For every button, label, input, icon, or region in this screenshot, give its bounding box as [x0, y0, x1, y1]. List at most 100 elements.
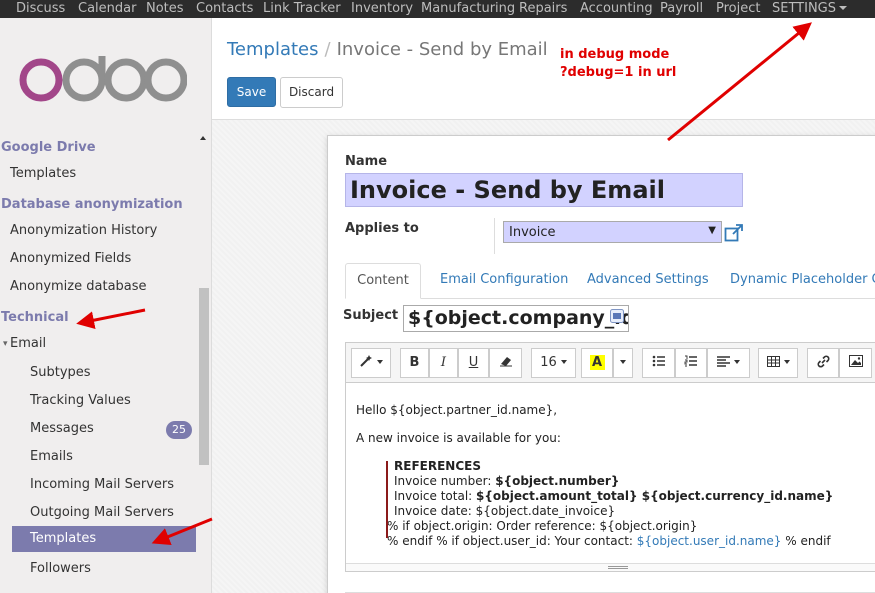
contact-placeholder-link[interactable]: ${object.user_id.name}: [637, 534, 782, 548]
sidebar-scrollbar-thumb[interactable]: [199, 288, 209, 465]
unordered-list-icon: [652, 355, 665, 367]
sidebar-item-incoming-mail-servers[interactable]: Incoming Mail Servers: [30, 477, 174, 492]
sidebar-item-drive-templates[interactable]: Templates: [10, 166, 76, 181]
sidebar-item-templates[interactable]: Templates: [12, 526, 196, 552]
editor-resize-handle[interactable]: [346, 563, 875, 571]
expand-triangle-icon[interactable]: ▾: [3, 339, 8, 349]
bold-button[interactable]: B: [400, 348, 429, 378]
menu-settings[interactable]: SETTINGS: [772, 0, 848, 18]
insert-link-button[interactable]: [807, 348, 839, 378]
font-color-icon: A: [589, 355, 605, 370]
paragraph-align-dropdown[interactable]: [707, 348, 750, 378]
body-origin-line: % if object.origin: Order reference: ${o…: [387, 519, 698, 533]
sidebar-item-anonymize-database[interactable]: Anonymize database: [10, 279, 147, 294]
font-color-dropdown[interactable]: [613, 348, 633, 378]
name-input-value: Invoice - Send by Email: [350, 176, 665, 204]
external-link-icon[interactable]: [724, 224, 744, 242]
sidebar-item-tracking-values[interactable]: Tracking Values: [30, 393, 131, 408]
body-references-title: REFERENCES: [394, 459, 481, 473]
menu-repairs[interactable]: Repairs: [519, 0, 567, 18]
menu-discuss[interactable]: Discuss: [16, 0, 65, 18]
body-invoice-number: Invoice number: ${object.number}: [394, 474, 619, 489]
bullet-list-button[interactable]: [642, 348, 675, 378]
eraser-icon: [499, 357, 512, 367]
contact-suffix: % endif: [781, 534, 831, 548]
blockquote-border: [386, 461, 388, 538]
font-size-dropdown[interactable]: 16: [531, 348, 576, 378]
body-contact-line: % endif % if object.user_id: Your contac…: [387, 534, 831, 549]
menu-payroll[interactable]: Payroll: [660, 0, 703, 18]
name-input[interactable]: Invoice - Send by Email: [345, 173, 743, 207]
underline-button[interactable]: U: [458, 348, 489, 378]
applies-to-select[interactable]: Invoice ▼: [503, 221, 722, 243]
menu-accounting[interactable]: Accounting: [580, 0, 653, 18]
invoice-total-label: Invoice total:: [394, 489, 477, 503]
sidebar: Google Drive Templates Database anonymiz…: [0, 18, 212, 593]
caret-down-icon: [560, 360, 567, 364]
breadcrumb-parent-link[interactable]: Templates: [227, 39, 319, 60]
save-button[interactable]: Save: [227, 77, 276, 107]
body-line-intro: A new invoice is available for you:: [356, 431, 561, 445]
clear-format-button[interactable]: [489, 348, 522, 378]
menu-contacts[interactable]: Contacts: [196, 0, 253, 18]
table-icon: [766, 356, 780, 367]
tab-content[interactable]: Content: [345, 263, 421, 299]
menu-settings-label: SETTINGS: [772, 1, 837, 16]
menu-calendar[interactable]: Calendar: [78, 0, 136, 18]
insert-image-button[interactable]: [839, 348, 872, 378]
ordered-list-icon: [684, 355, 697, 367]
field-divider: [494, 218, 495, 254]
menu-notes[interactable]: Notes: [146, 0, 184, 18]
sidebar-item-anonymization-history[interactable]: Anonymization History: [10, 223, 157, 238]
sidebar-item-templates-label: Templates: [30, 531, 97, 546]
sidebar-item-subtypes[interactable]: Subtypes: [30, 365, 91, 380]
style-dropdown-button[interactable]: [351, 348, 391, 378]
caret-down-icon: [734, 360, 740, 364]
placeholder-helper-icon[interactable]: [610, 309, 624, 323]
name-label: Name: [345, 154, 388, 169]
section-google-drive: Google Drive: [1, 140, 96, 155]
font-color-button[interactable]: A: [581, 348, 613, 378]
body-invoice-date: Invoice date: ${object.date_invoice}: [394, 504, 616, 518]
annotation-line-2: ?debug=1 in url: [560, 65, 677, 80]
font-size-value: 16: [540, 355, 557, 370]
odoo-logo[interactable]: [17, 56, 187, 104]
menu-inventory[interactable]: Inventory: [351, 0, 413, 18]
breadcrumb: Templates / Invoice - Send by Email: [227, 39, 548, 60]
sidebar-item-anonymized-fields[interactable]: Anonymized Fields: [10, 251, 131, 266]
scroll-up-arrow-icon[interactable]: [200, 136, 206, 140]
sidebar-item-followers[interactable]: Followers: [30, 561, 91, 576]
menu-manufacturing[interactable]: Manufacturing: [421, 0, 515, 18]
sidebar-item-outgoing-mail-servers[interactable]: Outgoing Mail Servers: [30, 505, 174, 520]
caret-down-icon: [839, 6, 848, 10]
table-dropdown-button[interactable]: [758, 348, 798, 378]
caret-down-icon: [377, 360, 383, 364]
menu-link-tracker[interactable]: Link Tracker: [263, 0, 341, 18]
dropdown-arrow-icon: ▼: [708, 225, 716, 236]
applies-to-value: Invoice: [509, 225, 556, 240]
italic-button[interactable]: I: [429, 348, 458, 378]
align-left-icon: [717, 356, 730, 367]
magic-wand-icon: [360, 355, 372, 367]
form-sheet: Name Invoice - Send by Email Applies to …: [327, 135, 875, 593]
top-menu-bar: Discuss Calendar Notes Contacts Link Tra…: [0, 0, 875, 18]
subject-input[interactable]: ${object.company_id.n: [403, 305, 629, 332]
subject-label: Subject: [343, 308, 399, 323]
tab-advanced-settings[interactable]: Advanced Settings: [587, 263, 709, 299]
caret-down-icon: [783, 360, 790, 364]
editor-toolbar: B I U 16 A: [346, 343, 875, 383]
sidebar-item-messages[interactable]: Messages: [30, 421, 94, 436]
menu-project[interactable]: Project: [716, 0, 760, 18]
applies-to-label: Applies to: [345, 221, 419, 236]
body-line-greeting: Hello ${object.partner_id.name},: [356, 403, 558, 417]
sidebar-item-emails[interactable]: Emails: [30, 449, 73, 464]
numbered-list-button[interactable]: [675, 348, 707, 378]
sidebar-item-email[interactable]: Email: [10, 336, 46, 351]
link-icon: [817, 355, 829, 368]
html-editor[interactable]: B I U 16 A Hello ${object.partner_id.nam…: [345, 342, 875, 572]
annotation-line-1: in debug mode: [560, 47, 670, 62]
tab-email-configuration[interactable]: Email Configuration: [440, 263, 568, 299]
discard-button[interactable]: Discard: [280, 77, 343, 108]
tab-dynamic-placeholder[interactable]: Dynamic Placeholder Gen: [730, 263, 875, 299]
invoice-number-value: ${object.number}: [495, 474, 620, 488]
